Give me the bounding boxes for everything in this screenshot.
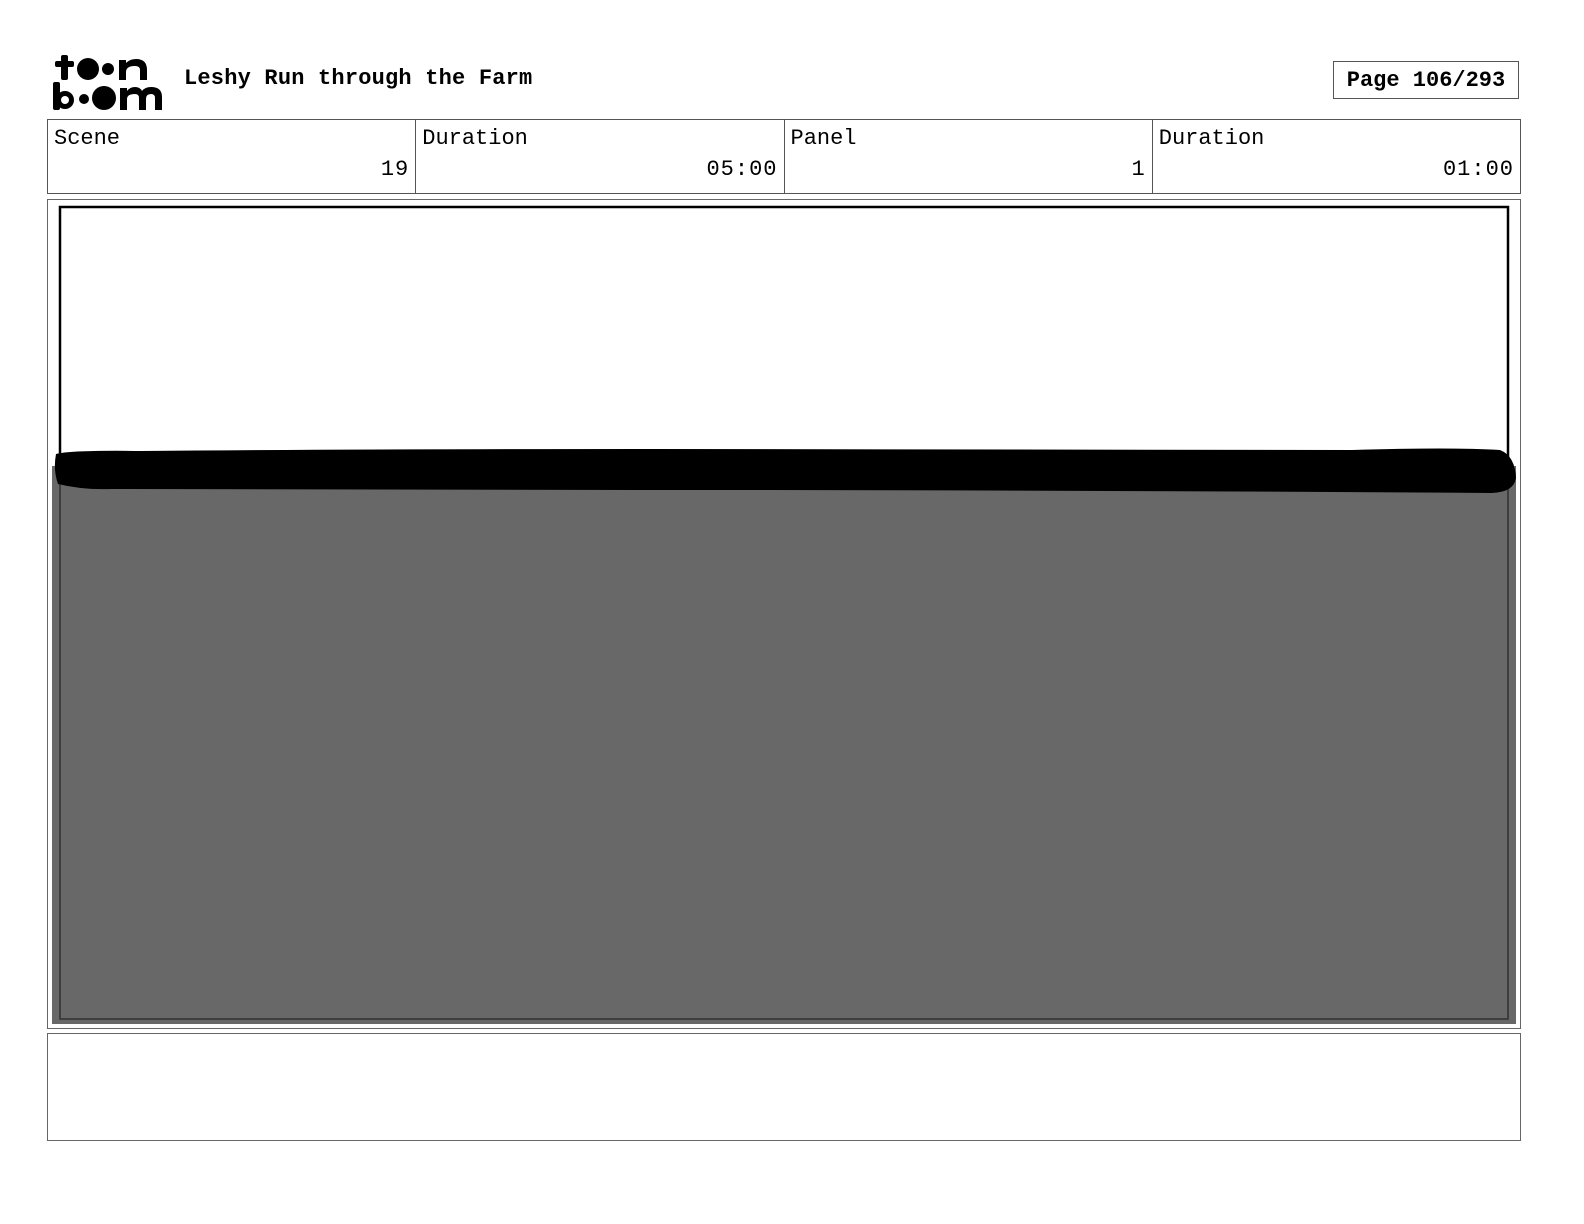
- page-counter: Page 106/293: [1333, 61, 1519, 99]
- scene-duration-cell: Duration 05:00: [416, 120, 785, 193]
- scene-duration-value: 05:00: [706, 157, 778, 182]
- scene-value: 19: [380, 157, 410, 182]
- panel-duration-value: 01:00: [1442, 157, 1514, 182]
- panel-value: 1: [1131, 157, 1146, 182]
- panel-notes-box: [47, 1033, 1521, 1141]
- ground-area: [52, 466, 1516, 1024]
- panel-duration-label: Duration: [1158, 126, 1265, 151]
- panel-cell: Panel 1: [785, 120, 1153, 193]
- scene-label: Scene: [54, 126, 121, 151]
- storyboard-panel-drawing: [52, 205, 1516, 1024]
- scene-duration-label: Duration: [422, 126, 528, 151]
- panel-label: Panel: [790, 126, 857, 151]
- scene-cell: Scene 19: [48, 120, 417, 193]
- panel-duration-cell: Duration 01:00: [1153, 120, 1520, 193]
- project-title: Leshy Run through the Farm: [184, 66, 533, 91]
- toon-boom-logo: [53, 55, 162, 110]
- horizon-line: [54, 448, 1516, 493]
- scene-info-table: Scene 19 Duration 05:00 Panel 1 Duration…: [47, 119, 1521, 194]
